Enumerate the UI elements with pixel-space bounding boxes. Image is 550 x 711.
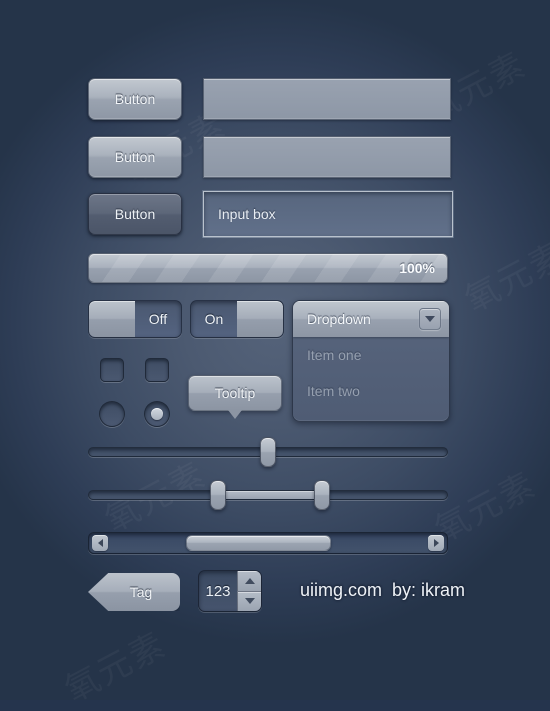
stepper-arrows [237,571,261,611]
radio-selected-dot [151,408,163,420]
credit-text: uiimg.com by: ikram [300,580,466,600]
radio-button-2-selected[interactable] [144,401,170,427]
dropdown[interactable]: Dropdown Item one Item two [292,300,450,422]
radio-button-1[interactable] [99,401,125,427]
button-2-label: Button [114,149,156,165]
tooltip: Tooltip [188,375,282,419]
tooltip-tail [228,410,242,419]
input-field-1[interactable] [203,78,451,120]
slider-range[interactable] [88,480,448,510]
button-3-pressed[interactable]: Button [88,193,182,235]
button-1-label: Button [114,91,156,107]
ui-kit-canvas: 氧元素 氧元素 氧元素 氧元素 氧元素 氧元素 Button Button Bu… [0,0,550,711]
number-stepper[interactable]: 123 [198,570,262,612]
progress-percent-label: 100% [399,260,435,276]
watermark: 氧元素 [455,228,550,322]
button-3-label: Button [114,206,156,222]
caret-up-icon[interactable] [237,571,261,592]
scrollbar-thumb[interactable] [185,535,332,551]
arrow-right-icon[interactable] [428,535,444,551]
tag-chip[interactable]: Tag [88,573,180,611]
button-1[interactable]: Button [88,78,182,120]
caret-down-icon[interactable] [237,591,261,611]
input-field-3-active[interactable]: Input box [203,191,453,237]
stepper-value: 123 [205,582,231,600]
checkbox-1[interactable] [100,358,124,382]
toggle-off-knob [89,301,135,337]
arrow-left-icon[interactable] [92,535,108,551]
dropdown-header[interactable]: Dropdown [293,301,449,337]
slider-range-handle-low[interactable] [209,480,226,510]
dropdown-item-1[interactable]: Item one [293,337,449,373]
watermark: 氧元素 [55,618,173,711]
input-field-2[interactable] [203,136,451,178]
horizontal-scrollbar[interactable] [88,532,448,554]
chevron-down-icon[interactable] [419,308,441,330]
tooltip-label: Tooltip [214,385,256,401]
scrollbar-track[interactable] [110,535,426,551]
slider-single-handle[interactable] [260,437,276,467]
toggle-off-label: Off [148,311,168,327]
slider-range-handle-high[interactable] [313,480,330,510]
toggle-on-knob [237,301,283,337]
tag-label: Tag [129,584,153,600]
checkbox-2[interactable] [145,358,169,382]
toggle-switch-on[interactable]: On [190,300,284,338]
button-2[interactable]: Button [88,136,182,178]
progress-bar: 100% [88,253,448,283]
toggle-switch-off[interactable]: Off [88,300,182,338]
slider-range-fill [217,491,322,499]
input-field-3-value: Input box [218,206,276,222]
dropdown-selected-value: Dropdown [307,311,371,327]
toggle-on-label: On [204,311,224,327]
slider-single[interactable] [88,437,448,467]
dropdown-item-2[interactable]: Item two [293,373,449,409]
